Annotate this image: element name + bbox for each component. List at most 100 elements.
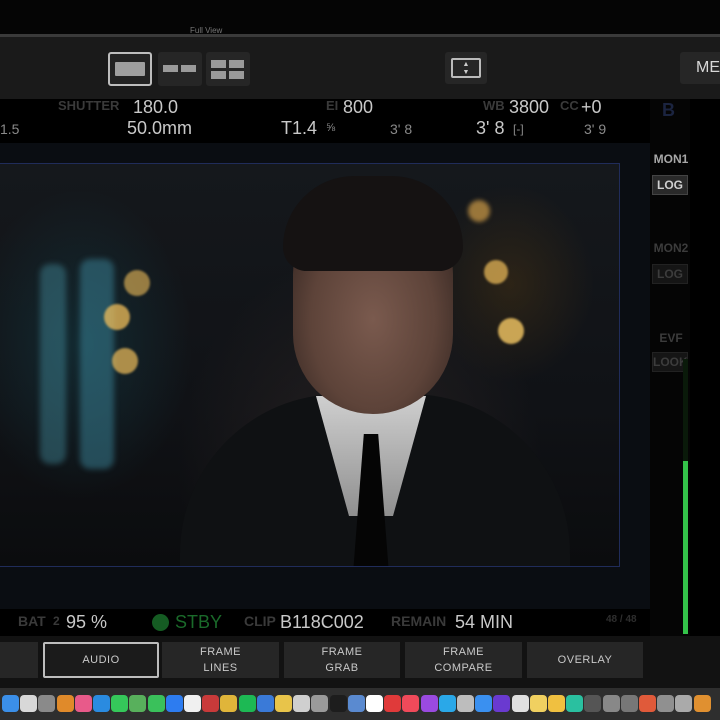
bokeh-light <box>104 304 130 330</box>
stickies-icon[interactable] <box>548 695 565 712</box>
photos-icon[interactable] <box>75 695 92 712</box>
spotify-icon[interactable] <box>239 695 256 712</box>
preview-icon[interactable] <box>348 695 365 712</box>
facetime-icon[interactable] <box>148 695 165 712</box>
maps-icon[interactable] <box>129 695 146 712</box>
focus-unit: [-] <box>513 122 524 136</box>
focal-length: 50.0mm <box>127 118 193 138</box>
ei-label: EI <box>326 99 339 113</box>
people-icon[interactable] <box>457 695 474 712</box>
corner-readout: 48 / 48 <box>606 614 637 625</box>
focus-distance: 3' 8 <box>476 118 505 138</box>
folder-icon[interactable] <box>530 695 547 712</box>
printer-icon[interactable] <box>311 695 328 712</box>
arrow-icon[interactable] <box>603 695 620 712</box>
colorsync-icon[interactable] <box>639 695 656 712</box>
view-toolbar: ▲ ▼ MENU <box>0 37 720 99</box>
word-icon[interactable] <box>493 695 510 712</box>
quad-view-icon <box>211 60 226 68</box>
wb-label: WB <box>483 99 505 113</box>
launchpad-icon[interactable] <box>20 695 37 712</box>
fullscreen-button[interactable]: ▲ ▼ <box>445 52 487 84</box>
quad-view-icon <box>211 71 226 79</box>
previous-controls-button[interactable] <box>0 642 38 678</box>
system-prefs-icon[interactable] <box>38 695 55 712</box>
menu-button[interactable]: MENU <box>680 52 720 84</box>
settings-icon[interactable] <box>621 695 638 712</box>
record-state: STBY <box>175 612 223 632</box>
shutter-value: 180.0 <box>133 99 179 117</box>
mon1-label: MON1 <box>653 152 689 166</box>
quad-view-icon <box>229 60 244 68</box>
clip-label: CLIP <box>244 613 276 629</box>
globe-icon[interactable] <box>566 695 583 712</box>
camera-monitor: SHUTTER 180.0 EI 800 WB 3800 CC +0 1.5 5… <box>0 99 690 636</box>
battery-value: 95 % <box>66 612 108 632</box>
monitor-side-rail: B MON1 LOG MON2 LOG EVF LOOK <box>650 99 690 636</box>
skype-icon[interactable] <box>439 695 456 712</box>
audio-level-meter <box>683 359 688 634</box>
background-light <box>40 264 66 464</box>
bokeh-light <box>124 270 150 296</box>
dual-view-button[interactable] <box>158 52 202 86</box>
audio-button[interactable]: AUDIO <box>43 642 159 678</box>
focus-far: 3' 9 <box>584 121 607 137</box>
mon2-mode-button[interactable]: LOG <box>652 264 688 284</box>
document-icon[interactable] <box>293 695 310 712</box>
files-icon[interactable] <box>257 695 274 712</box>
standby-indicator-icon <box>152 614 169 631</box>
remain-label: REMAIN <box>391 613 447 629</box>
calendar-icon[interactable] <box>184 695 201 712</box>
zoom-icon[interactable] <box>166 695 183 712</box>
chrome-icon[interactable] <box>220 695 237 712</box>
audio-level-fill <box>683 460 688 634</box>
evf-label: EVF <box>659 331 683 345</box>
wb-value: 3800 <box>509 99 550 117</box>
battery-label: BAT <box>18 613 46 629</box>
stats-icon[interactable] <box>694 695 711 712</box>
safari-icon[interactable] <box>93 695 110 712</box>
background-light <box>80 259 114 469</box>
trash-icon[interactable] <box>675 695 692 712</box>
record-icon[interactable] <box>384 695 401 712</box>
t-stop: T1.4 <box>281 118 318 138</box>
app-store-icon[interactable] <box>475 695 492 712</box>
star-icon[interactable] <box>366 695 383 712</box>
cc-value: +0 <box>581 99 602 117</box>
mon1-mode-button[interactable]: LOG <box>652 175 688 195</box>
messages-icon[interactable] <box>111 695 128 712</box>
music-icon[interactable] <box>402 695 419 712</box>
image-viewport <box>0 143 650 609</box>
podcasts-icon[interactable] <box>421 695 438 712</box>
subject-hair <box>283 176 463 271</box>
photobooth-icon[interactable] <box>202 695 219 712</box>
chevron-down-icon: ▼ <box>462 69 470 76</box>
bokeh-light <box>484 260 508 284</box>
frame-lines-button[interactable]: FRAME LINES <box>162 642 279 678</box>
battery-slot: 2 <box>53 614 60 628</box>
frame-compare-button[interactable]: FRAME COMPARE <box>405 642 522 678</box>
clock-icon[interactable] <box>512 695 529 712</box>
hud-top: SHUTTER 180.0 EI 800 WB 3800 CC +0 1.5 5… <box>0 99 650 143</box>
single-view-icon <box>115 62 145 76</box>
macos-dock <box>0 688 720 720</box>
t-stop-fraction: ⅝ <box>326 122 336 134</box>
calculator-icon[interactable] <box>57 695 74 712</box>
frame-lines <box>0 163 620 567</box>
overlay-button[interactable]: OVERLAY <box>527 642 643 678</box>
focus-near: 3' 8 <box>390 121 413 137</box>
finder-icon[interactable] <box>2 695 19 712</box>
control-bar: AUDIO FRAME LINES FRAME GRAB FRAME COMPA… <box>0 636 720 688</box>
chevron-up-icon: ▲ <box>462 61 470 68</box>
quad-view-button[interactable] <box>206 52 250 86</box>
quad-view-icon <box>229 71 244 79</box>
bokeh-light <box>112 348 138 374</box>
cc-label: CC <box>560 99 579 113</box>
remain-value: 54 MIN <box>455 612 514 632</box>
monitor-icon[interactable] <box>584 695 601 712</box>
utility-icon[interactable] <box>657 695 674 712</box>
frame-grab-button[interactable]: FRAME GRAB <box>284 642 400 678</box>
terminal-icon[interactable] <box>330 695 347 712</box>
notes-icon[interactable] <box>275 695 292 712</box>
single-view-button[interactable] <box>108 52 152 86</box>
